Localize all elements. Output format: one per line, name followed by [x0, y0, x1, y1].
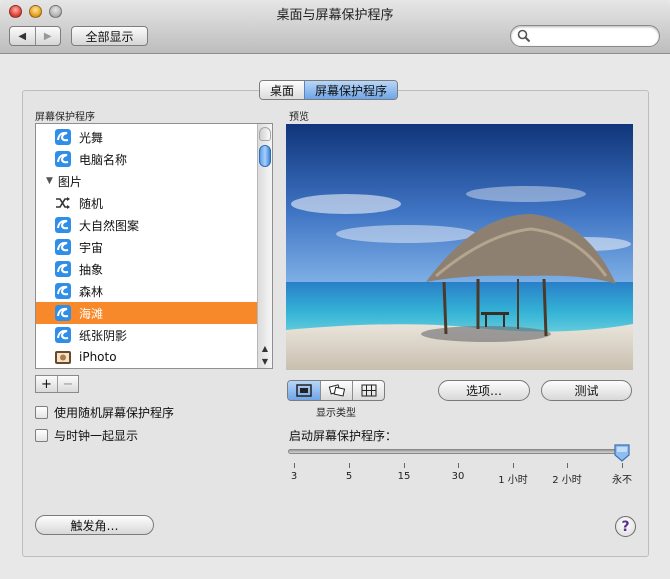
- back-button[interactable]: ◀: [10, 27, 35, 45]
- screensaver-swirl-icon: [55, 129, 71, 145]
- title-bar: 桌面与屏幕保护程序 ◀ ▶ 全部显示: [0, 0, 670, 54]
- list-item-label: 纸张阴影: [79, 328, 128, 343]
- search-input[interactable]: [533, 28, 653, 44]
- list-item-label: iPhoto: [79, 350, 117, 364]
- random-screensaver-checkbox[interactable]: 使用随机屏幕保护程序: [35, 404, 174, 421]
- scrollbar-thumb[interactable]: [259, 145, 271, 167]
- back-forward-control: ◀ ▶: [9, 26, 61, 46]
- shuffle-icon: [56, 197, 70, 209]
- slider-tick: [294, 463, 295, 468]
- slider-tick-label: 5: [345, 471, 353, 482]
- preview-image: [286, 124, 633, 370]
- screensaver-list[interactable]: 光舞 电脑名称 ▼ 图片 随机 大自然图案 宇宙 抽象 森林 海滩 纸张阴影 i…: [35, 123, 273, 369]
- collage-view-icon: [328, 384, 345, 397]
- screensaver-swirl-icon: [55, 305, 71, 321]
- display-single-button[interactable]: [288, 381, 320, 400]
- display-type-control: [287, 380, 385, 401]
- list-item[interactable]: 大自然图案: [36, 214, 258, 236]
- list-item-label: 森林: [79, 284, 104, 299]
- remove-button[interactable]: −: [57, 376, 78, 392]
- preview-heading: 预览: [289, 112, 309, 123]
- screensaver-swirl-icon: [55, 283, 71, 299]
- list-item[interactable]: 纸张阴影: [36, 324, 258, 346]
- checkbox-label: 使用随机屏幕保护程序: [54, 406, 175, 420]
- checkbox-box[interactable]: [35, 406, 48, 419]
- help-button[interactable]: ?: [615, 516, 636, 537]
- search-field[interactable]: [510, 25, 660, 47]
- list-item[interactable]: 宇宙: [36, 236, 258, 258]
- disclosure-triangle-icon[interactable]: ▼: [46, 176, 53, 186]
- scroll-down-icon[interactable]: ▼: [258, 355, 272, 368]
- slider-tick: [458, 463, 459, 468]
- iphoto-icon: [55, 351, 71, 364]
- slider-tick: [622, 463, 623, 468]
- tab-desktop[interactable]: 桌面: [260, 81, 305, 99]
- add-button[interactable]: +: [36, 376, 57, 392]
- list-item-label: 随机: [79, 196, 104, 211]
- list-item-label: 抽象: [79, 262, 104, 277]
- list-item-label: 大自然图案: [79, 218, 140, 233]
- screensaver-swirl-icon: [55, 239, 71, 255]
- show-clock-checkbox[interactable]: 与时钟一起显示: [35, 427, 138, 444]
- list-group-pictures[interactable]: ▼ 图片: [36, 170, 258, 192]
- slider-tick: [567, 463, 568, 468]
- list-scrollbar[interactable]: ▲ ▼: [257, 124, 272, 368]
- mosaic-view-icon: [361, 384, 376, 397]
- scroll-up-icon[interactable]: ▲: [258, 342, 272, 355]
- screensaver-swirl-icon: [55, 217, 71, 233]
- screensaver-swirl-icon: [55, 261, 71, 277]
- slider-tick-label: 2 小时: [552, 475, 582, 486]
- slider-tick: [349, 463, 350, 468]
- start-after-label: 启动屏幕保护程序：: [289, 429, 398, 443]
- slider-tick-label: 3: [290, 471, 298, 482]
- list-item-label: 海滩: [79, 306, 104, 321]
- slider-tick-label: 永不: [612, 475, 632, 486]
- list-item[interactable]: 随机: [36, 192, 258, 214]
- show-all-button[interactable]: 全部显示: [71, 26, 148, 46]
- list-item[interactable]: 森林: [36, 280, 258, 302]
- display-type-label: 显示类型: [316, 408, 356, 419]
- slider-tick-label: 15: [397, 471, 411, 482]
- options-button[interactable]: 选项…: [438, 380, 530, 401]
- tab-bar: 桌面 屏幕保护程序: [259, 80, 399, 100]
- preferences-window: 桌面与屏幕保护程序 ◀ ▶ 全部显示 桌面 屏幕保护程序 屏幕保护程序 光舞 电…: [0, 0, 670, 579]
- test-button[interactable]: 测试: [541, 380, 632, 401]
- slider-knob[interactable]: [614, 444, 630, 462]
- forward-button[interactable]: ▶: [34, 27, 61, 45]
- list-item[interactable]: iPhoto: [36, 346, 258, 368]
- slider-tick-label: 30: [451, 471, 465, 482]
- list-item-label: 电脑名称: [79, 152, 128, 167]
- display-collage-button[interactable]: [320, 381, 352, 400]
- checkbox-label: 与时钟一起显示: [54, 429, 139, 443]
- list-item-label: 光舞: [79, 130, 104, 145]
- beach-hut-picture: [286, 124, 633, 370]
- screensaver-swirl-icon: [55, 327, 71, 343]
- list-item[interactable]: 光舞: [36, 126, 258, 148]
- window-title: 桌面与屏幕保护程序: [276, 8, 394, 23]
- list-item-selected[interactable]: 海滩: [36, 302, 258, 324]
- hot-corners-button[interactable]: 触发角…: [35, 515, 154, 535]
- slider-tick-label: 1 小时: [498, 475, 528, 486]
- add-remove-control: + −: [35, 375, 79, 393]
- list-item-label: 宇宙: [79, 240, 104, 255]
- display-mosaic-button[interactable]: [352, 381, 384, 400]
- start-after-slider[interactable]: [288, 449, 624, 454]
- scrollbar-cap: [259, 127, 271, 141]
- checkbox-box[interactable]: [35, 429, 48, 442]
- tab-screensaver[interactable]: 屏幕保护程序: [304, 81, 398, 99]
- single-view-icon: [296, 384, 312, 397]
- list-item[interactable]: 抽象: [36, 258, 258, 280]
- list-item-label: 图片: [57, 174, 82, 189]
- screensaver-swirl-icon: [55, 151, 71, 167]
- screensaver-list-heading: 屏幕保护程序: [35, 112, 95, 123]
- slider-tick: [404, 463, 405, 468]
- list-item[interactable]: 电脑名称: [36, 148, 258, 170]
- slider-tick: [513, 463, 514, 468]
- search-icon: [517, 29, 531, 43]
